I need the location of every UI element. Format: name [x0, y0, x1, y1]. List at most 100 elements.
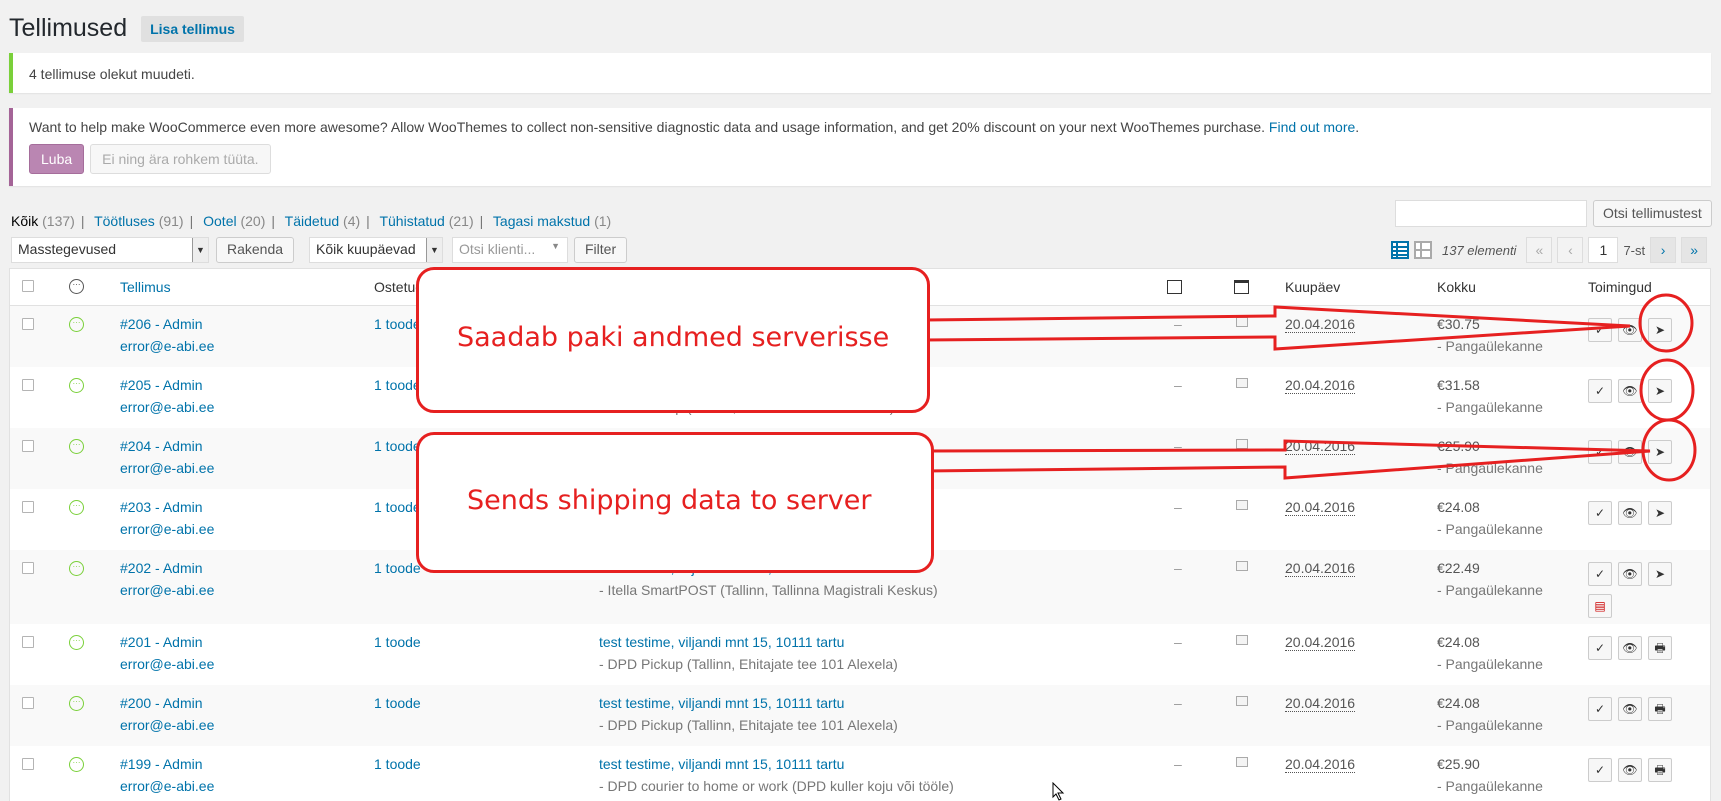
filter-button[interactable]: Filter: [574, 237, 628, 263]
row-checkbox[interactable]: [22, 697, 34, 709]
send-shipping-data-button[interactable]: ➤: [1648, 562, 1672, 586]
complete-button[interactable]: ✓: [1588, 636, 1612, 660]
shipping-address[interactable]: test testime, viljandi mnt 15, 10111 tar…: [599, 634, 844, 650]
items-link[interactable]: 1 toode: [374, 756, 421, 772]
customer-email[interactable]: error@e-abi.ee: [120, 656, 214, 672]
next-page-button[interactable]: ›: [1650, 237, 1677, 263]
view-button[interactable]: 👁: [1618, 501, 1642, 525]
shipping-address[interactable]: test testime, viljandi mnt 15, 10111 tar…: [599, 695, 844, 711]
complete-button[interactable]: ✓: [1588, 440, 1612, 464]
view-button[interactable]: 👁: [1618, 440, 1642, 464]
shipping-address[interactable]: test testime, viljandi mnt 15, 10111 tar…: [599, 756, 844, 772]
payment-method: - Pangaülekanne: [1437, 582, 1543, 598]
customer-search[interactable]: Otsi klienti... ▼: [452, 237, 568, 263]
items-link[interactable]: 1 toode: [374, 695, 421, 711]
mouse-cursor-icon: [1052, 782, 1065, 801]
print-label-button[interactable]: 🖶: [1648, 636, 1672, 660]
pdf-invoice-button[interactable]: ▤: [1588, 594, 1612, 618]
view-button[interactable]: 👁: [1618, 562, 1642, 586]
shipping-method: - DPD Pickup (Tallinn, Ehitajate tee 101…: [599, 656, 898, 672]
customer-email[interactable]: error@e-abi.ee: [120, 521, 214, 537]
status-filters: Kõik (137) | Töötluses (91) | Ootel (20) | …: [11, 213, 612, 229]
view-button[interactable]: 👁: [1618, 318, 1642, 342]
row-checkbox[interactable]: [22, 440, 34, 452]
order-link[interactable]: #202 - Admin: [120, 560, 203, 576]
row-checkbox[interactable]: [22, 501, 34, 513]
order-link[interactable]: #204 - Admin: [120, 438, 203, 454]
print-label-button[interactable]: 🖶: [1648, 758, 1672, 782]
order-link[interactable]: #200 - Admin: [120, 695, 203, 711]
filter-completed[interactable]: Täidetud (4): [285, 213, 361, 229]
items-link[interactable]: 1 toode: [374, 634, 421, 650]
bulk-actions-select[interactable]: Masstegevused ▼: [11, 237, 209, 263]
view-button[interactable]: 👁: [1618, 636, 1642, 660]
allow-button[interactable]: Luba: [29, 144, 85, 174]
payment-method: - Pangaülekanne: [1437, 399, 1543, 415]
filter-processing[interactable]: Töötluses (91): [94, 213, 184, 229]
first-page-button[interactable]: «: [1526, 237, 1553, 263]
row-checkbox[interactable]: [22, 758, 34, 770]
filter-on-hold[interactable]: Ootel (20): [203, 213, 265, 229]
customer-email[interactable]: error@e-abi.ee: [120, 717, 214, 733]
deny-button[interactable]: Ei ning ära rohkem tüüta.: [90, 144, 271, 174]
table-row: ··· #200 - Admin error@e-abi.ee 1 toode test…: [10, 685, 1710, 746]
prev-page-button[interactable]: ‹: [1557, 237, 1584, 263]
customer-email[interactable]: error@e-abi.ee: [120, 778, 214, 794]
customer-email[interactable]: error@e-abi.ee: [120, 460, 214, 476]
order-link[interactable]: #206 - Admin: [120, 316, 203, 332]
search-input[interactable]: [1395, 200, 1587, 227]
customer-email[interactable]: error@e-abi.ee: [120, 399, 214, 415]
current-page-input[interactable]: 1: [1588, 237, 1619, 263]
order-date: 20.04.2016: [1285, 634, 1356, 651]
items-link[interactable]: 1 toode: [374, 560, 421, 576]
print-label-button[interactable]: 🖶: [1648, 697, 1672, 721]
order-link[interactable]: #203 - Admin: [120, 499, 203, 515]
column-order[interactable]: Tellimus: [120, 279, 171, 295]
send-shipping-data-button[interactable]: ➤: [1648, 318, 1672, 342]
complete-button[interactable]: ✓: [1588, 379, 1612, 403]
customer-message: –: [1174, 560, 1182, 576]
search-button[interactable]: Otsi tellimustest: [1593, 200, 1712, 227]
customer-email[interactable]: error@e-abi.ee: [120, 582, 214, 598]
complete-button[interactable]: ✓: [1588, 758, 1612, 782]
order-link[interactable]: #205 - Admin: [120, 377, 203, 393]
row-checkbox[interactable]: [22, 318, 34, 330]
view-button[interactable]: 👁: [1618, 697, 1642, 721]
complete-button[interactable]: ✓: [1588, 562, 1612, 586]
complete-button[interactable]: ✓: [1588, 501, 1612, 525]
view-button[interactable]: 👁: [1618, 758, 1642, 782]
order-link[interactable]: #199 - Admin: [120, 756, 203, 772]
complete-button[interactable]: ✓: [1588, 697, 1612, 721]
row-checkbox[interactable]: [22, 379, 34, 391]
items-link[interactable]: 1 toode: [374, 438, 421, 454]
items-link[interactable]: 1 toode: [374, 499, 421, 515]
send-shipping-data-button[interactable]: ➤: [1648, 440, 1672, 464]
select-all-checkbox[interactable]: [22, 280, 34, 292]
items-link[interactable]: 1 toode: [374, 377, 421, 393]
excerpt-view-icon[interactable]: [1414, 241, 1432, 259]
column-total[interactable]: Kokku: [1437, 279, 1476, 295]
last-page-button[interactable]: »: [1681, 237, 1708, 263]
items-link[interactable]: 1 toode: [374, 316, 421, 332]
list-view-icon[interactable]: [1391, 241, 1409, 259]
filter-refunded[interactable]: Tagasi makstud (1): [493, 213, 611, 229]
filter-cancelled[interactable]: Tühistatud (21): [379, 213, 473, 229]
customer-email[interactable]: error@e-abi.ee: [120, 338, 214, 354]
processing-status-icon: ···: [69, 561, 84, 576]
send-shipping-data-button[interactable]: ➤: [1648, 501, 1672, 525]
order-link[interactable]: #201 - Admin: [120, 634, 203, 650]
apply-button[interactable]: Rakenda: [216, 237, 295, 263]
row-checkbox[interactable]: [22, 636, 34, 648]
check-icon: ✓: [1594, 567, 1606, 581]
view-button[interactable]: 👁: [1618, 379, 1642, 403]
dates-select[interactable]: Kõik kuupäevad ▼: [309, 237, 443, 263]
annotation-estonian: Saadab paki andmed serverisse: [416, 267, 930, 413]
row-checkbox[interactable]: [22, 562, 34, 574]
send-shipping-data-button[interactable]: ➤: [1648, 379, 1672, 403]
filter-all[interactable]: Kõik (137): [11, 213, 75, 229]
column-date[interactable]: Kuupäev: [1285, 279, 1340, 295]
add-order-button[interactable]: Lisa tellimus: [141, 15, 244, 42]
find-out-more-link[interactable]: Find out more: [1269, 119, 1355, 135]
complete-button[interactable]: ✓: [1588, 318, 1612, 342]
updated-notice-text: 4 tellimuse olekut muudeti.: [29, 66, 195, 82]
